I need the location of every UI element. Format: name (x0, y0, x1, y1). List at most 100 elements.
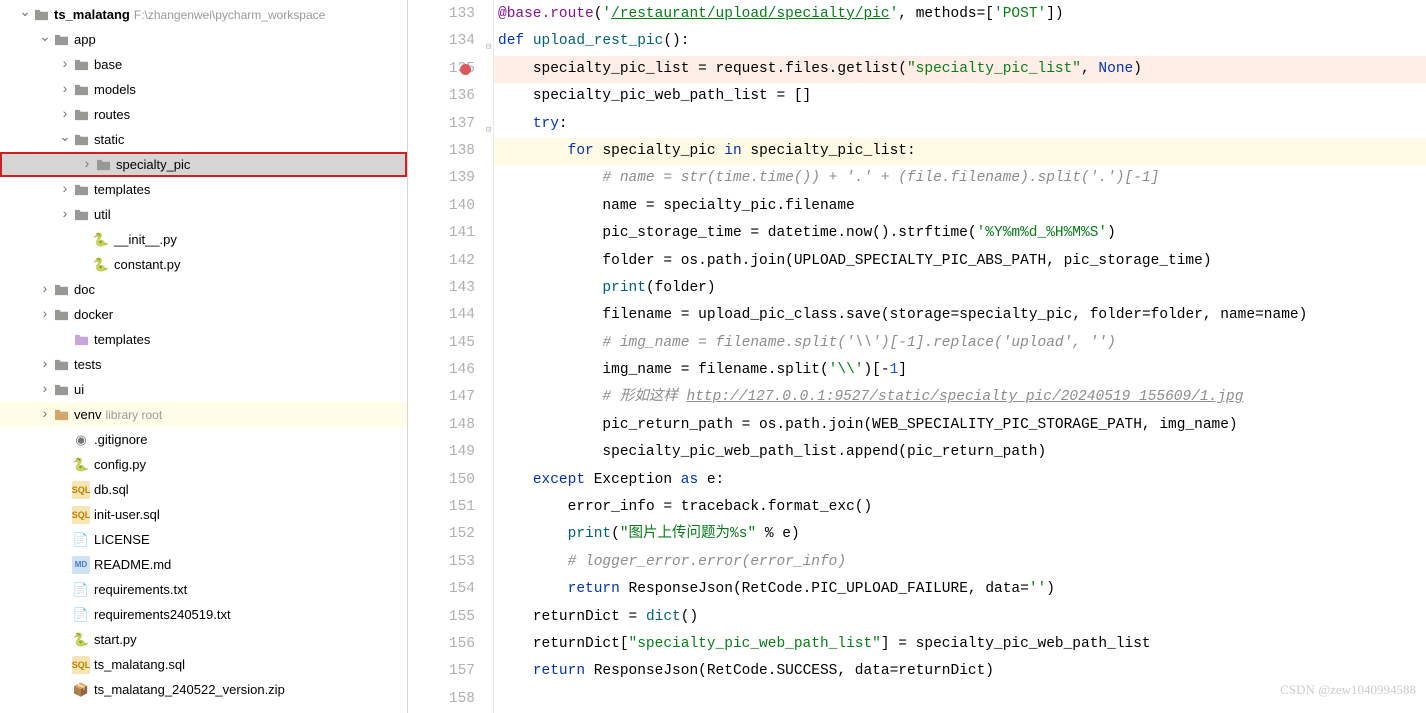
code-line[interactable]: ⊟ try: (494, 111, 1426, 138)
code-line[interactable]: specialty_pic_web_path_list = [] (494, 83, 1426, 110)
chevron-right-icon[interactable] (38, 357, 52, 373)
line-number[interactable]: 138 (408, 138, 475, 165)
code-line[interactable]: name = specialty_pic.filename (494, 193, 1426, 220)
code-line[interactable]: specialty_pic_web_path_list.append(pic_r… (494, 439, 1426, 466)
tree-item-requirements-txt[interactable]: 📄requirements.txt (0, 577, 407, 602)
line-number[interactable]: 149 (408, 439, 475, 466)
code-line[interactable]: return ResponseJson(RetCode.PIC_UPLOAD_F… (494, 576, 1426, 603)
code-area[interactable]: @base.route('/restaurant/upload/specialt… (494, 0, 1426, 713)
chevron-right-icon[interactable] (38, 282, 52, 298)
line-number[interactable]: 142 (408, 248, 475, 275)
tree-item-venv[interactable]: venv library root (0, 402, 407, 427)
code-line[interactable]: returnDict = dict() (494, 604, 1426, 631)
tree-root[interactable]: ts_malatang F:\zhangenwei\pycharm_worksp… (0, 2, 407, 27)
chevron-right-icon[interactable] (58, 82, 72, 98)
tree-item-templates[interactable]: templates (0, 327, 407, 352)
line-number[interactable]: 155 (408, 604, 475, 631)
tree-item-specialty-pic[interactable]: specialty_pic (0, 152, 407, 177)
code-line[interactable]: error_info = traceback.format_exc() (494, 494, 1426, 521)
tree-item-static[interactable]: static (0, 127, 407, 152)
code-line[interactable]: # name = str(time.time()) + '.' + (file.… (494, 165, 1426, 192)
chevron-right-icon[interactable] (38, 382, 52, 398)
fold-icon[interactable]: ⊟ (486, 117, 491, 144)
chevron-right-icon[interactable] (80, 157, 94, 173)
line-number[interactable]: 158 (408, 686, 475, 713)
line-number[interactable]: 143 (408, 275, 475, 302)
code-line[interactable]: for specialty_pic in specialty_pic_list: (494, 138, 1426, 165)
line-number[interactable]: 144 (408, 302, 475, 329)
tree-item-app[interactable]: app (0, 27, 407, 52)
gutter[interactable]: 1331341351361371381391401411421431441451… (408, 0, 494, 713)
code-line[interactable]: folder = os.path.join(UPLOAD_SPECIALTY_P… (494, 248, 1426, 275)
tree-item-tests[interactable]: tests (0, 352, 407, 377)
tree-item-requirements240519-txt[interactable]: 📄requirements240519.txt (0, 602, 407, 627)
tree-item-db-sql[interactable]: SQLdb.sql (0, 477, 407, 502)
tree-item-models[interactable]: models (0, 77, 407, 102)
tree-item-docker[interactable]: docker (0, 302, 407, 327)
tree-item-ui[interactable]: ui (0, 377, 407, 402)
tree-item-util[interactable]: util (0, 202, 407, 227)
line-number[interactable]: 154 (408, 576, 475, 603)
code-line[interactable]: @base.route('/restaurant/upload/specialt… (494, 1, 1426, 28)
tree-item-config-py[interactable]: 🐍config.py (0, 452, 407, 477)
tree-item-start-py[interactable]: 🐍start.py (0, 627, 407, 652)
code-line[interactable]: print(folder) (494, 275, 1426, 302)
line-number[interactable]: 133 (408, 1, 475, 28)
chevron-down-icon[interactable] (38, 31, 52, 48)
line-number[interactable]: 157 (408, 658, 475, 685)
code-line[interactable]: pic_return_path = os.path.join(WEB_SPECI… (494, 412, 1426, 439)
breakpoint-icon[interactable] (460, 64, 471, 75)
code-line[interactable]: except Exception as e: (494, 467, 1426, 494)
tree-item-label: util (94, 207, 111, 222)
line-number[interactable]: 151 (408, 494, 475, 521)
tree-item-ts-malatang-sql[interactable]: SQLts_malatang.sql (0, 652, 407, 677)
tree-item-init-user-sql[interactable]: SQLinit-user.sql (0, 502, 407, 527)
line-number[interactable]: 152 (408, 521, 475, 548)
tree-item-license[interactable]: 📄LICENSE (0, 527, 407, 552)
line-number[interactable]: 137 (408, 111, 475, 138)
line-number[interactable]: 156 (408, 631, 475, 658)
code-line[interactable]: specialty_pic_list = request.files.getli… (494, 56, 1426, 83)
line-number[interactable]: 135 (408, 56, 475, 83)
chevron-right-icon[interactable] (58, 207, 72, 223)
tree-item-templates[interactable]: templates (0, 177, 407, 202)
line-number[interactable]: 148 (408, 412, 475, 439)
chevron-down-icon[interactable] (58, 131, 72, 148)
code-line[interactable]: # logger_error.error(error_info) (494, 549, 1426, 576)
chevron-right-icon[interactable] (38, 307, 52, 323)
tree-item-readme-md[interactable]: MDREADME.md (0, 552, 407, 577)
code-line[interactable]: # img_name = filename.split('\\')[-1].re… (494, 330, 1426, 357)
tree-item-ts-malatang-240522-version-zip[interactable]: 📦ts_malatang_240522_version.zip (0, 677, 407, 702)
line-number[interactable]: 147 (408, 384, 475, 411)
tree-item-doc[interactable]: doc (0, 277, 407, 302)
code-line[interactable]: # 形如这样 http://127.0.0.1:9527/static/spec… (494, 384, 1426, 411)
chevron-right-icon[interactable] (38, 407, 52, 423)
line-number[interactable]: 139 (408, 165, 475, 192)
chevron-down-icon[interactable] (18, 6, 32, 23)
code-editor[interactable]: 1331341351361371381391401411421431441451… (408, 0, 1426, 713)
line-number[interactable]: 141 (408, 220, 475, 247)
code-line[interactable]: returnDict["specialty_pic_web_path_list"… (494, 631, 1426, 658)
code-line[interactable]: filename = upload_pic_class.save(storage… (494, 302, 1426, 329)
code-line[interactable]: img_name = filename.split('\\')[-1] (494, 357, 1426, 384)
line-number[interactable]: 136 (408, 83, 475, 110)
tree-item-base[interactable]: base (0, 52, 407, 77)
chevron-right-icon[interactable] (58, 182, 72, 198)
line-number[interactable]: 140 (408, 193, 475, 220)
tree-item---init---py[interactable]: 🐍__init__.py (0, 227, 407, 252)
tree-item-routes[interactable]: routes (0, 102, 407, 127)
chevron-right-icon[interactable] (58, 107, 72, 123)
fold-icon[interactable]: ⊟ (486, 34, 491, 61)
line-number[interactable]: 150 (408, 467, 475, 494)
tree-item-constant-py[interactable]: 🐍constant.py (0, 252, 407, 277)
code-line[interactable]: ⊟def upload_rest_pic(): (494, 28, 1426, 55)
code-line[interactable]: pic_storage_time = datetime.now().strfti… (494, 220, 1426, 247)
line-number[interactable]: 146 (408, 357, 475, 384)
chevron-right-icon[interactable] (58, 57, 72, 73)
line-number[interactable]: 145 (408, 330, 475, 357)
line-number[interactable]: 153 (408, 549, 475, 576)
project-tree[interactable]: ts_malatang F:\zhangenwei\pycharm_worksp… (0, 0, 408, 713)
tree-item--gitignore[interactable]: ◉.gitignore (0, 427, 407, 452)
line-number[interactable]: 134 (408, 28, 475, 55)
code-line[interactable]: print("图片上传问题为%s" % e) (494, 521, 1426, 548)
